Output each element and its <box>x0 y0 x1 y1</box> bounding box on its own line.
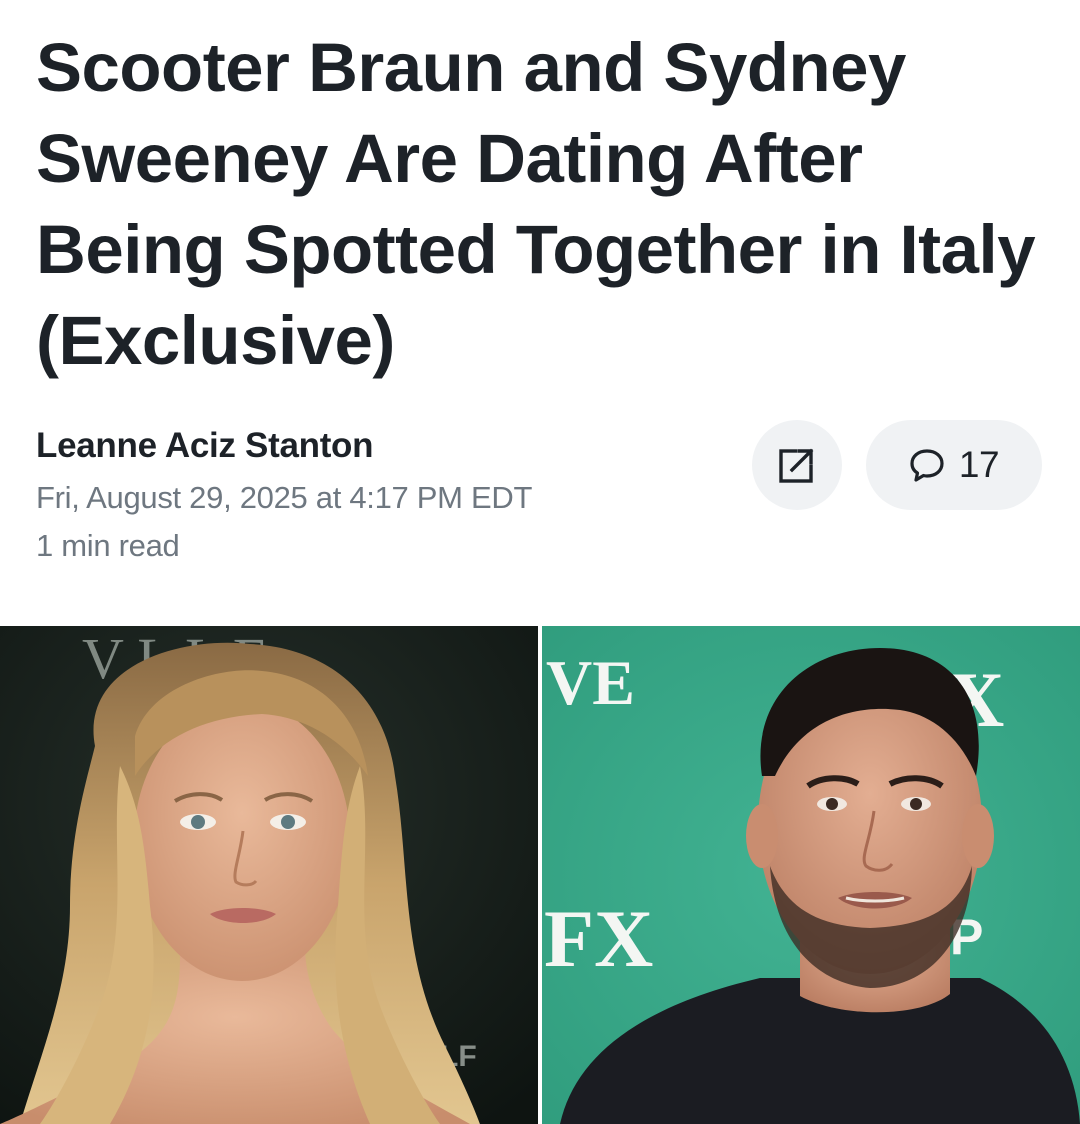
comment-count: 17 <box>958 444 1000 485</box>
right-photo-panel: VE X FX P <box>542 626 1080 1124</box>
comments-button[interactable]: 17 <box>866 420 1042 510</box>
comment-bubble-icon <box>910 449 944 482</box>
share-external-icon <box>779 447 815 483</box>
share-button[interactable] <box>752 420 842 510</box>
right-backdrop-text-top: VE <box>546 647 635 718</box>
article-headline: Scooter Braun and Sydney Sweeney Are Dat… <box>36 29 1036 379</box>
left-photo-panel: V L L E LF <box>0 626 538 1124</box>
read-time: 1 min read <box>36 528 180 563</box>
publish-date: Fri, August 29, 2025 at 4:17 PM EDT <box>36 480 533 515</box>
author-name[interactable]: Leanne Aciz Stanton <box>36 426 374 466</box>
article-hero-image[interactable]: V L L E LF <box>0 626 1080 1124</box>
right-backdrop-logo-mid: FX <box>544 893 653 984</box>
